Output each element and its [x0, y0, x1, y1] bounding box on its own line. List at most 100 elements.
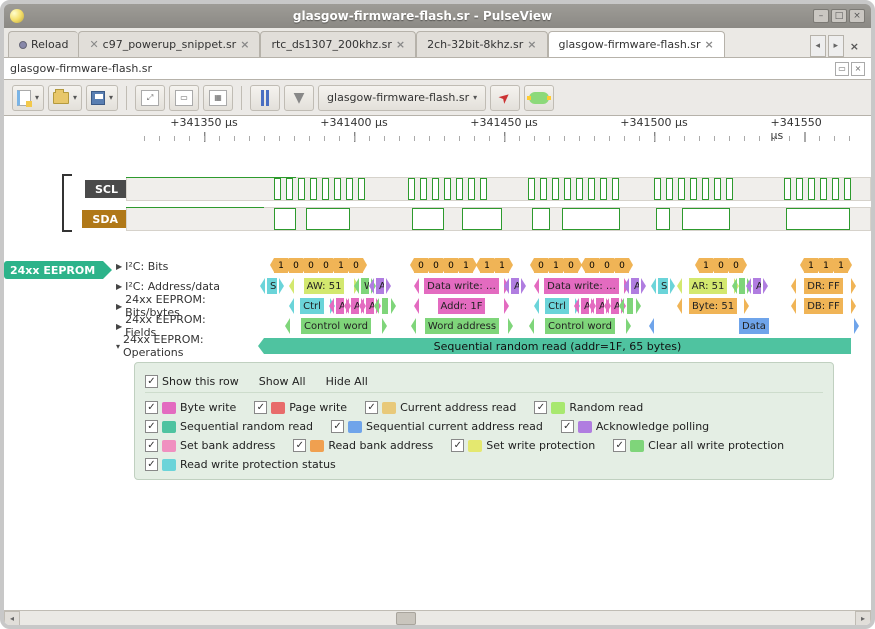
session-tabbar: Reload ✕ c97_powerup_snippet.sr × rtc_ds… [4, 28, 871, 58]
annotation[interactable]: A [509, 278, 521, 294]
color-swatch-icon [578, 421, 592, 433]
color-swatch-icon [162, 402, 176, 414]
annotation-toggle[interactable]: ✓Read bank address [293, 439, 433, 452]
dock-close-button[interactable]: × [851, 62, 865, 76]
scroll-left-button[interactable]: ◂ [4, 611, 20, 626]
waveform-scl[interactable] [126, 174, 871, 204]
bit-annotation[interactable]: 0 [615, 258, 629, 273]
probe-button[interactable]: ➤ [490, 85, 520, 111]
zoom-11-button[interactable]: ▭ [169, 85, 199, 111]
dock-restore-button[interactable]: ▭ [835, 62, 849, 76]
annotation[interactable]: Word address [416, 318, 508, 334]
bit-annotation[interactable]: 1 [834, 258, 848, 273]
annotation[interactable] [379, 298, 391, 314]
decoder-options-panel: ✓Show this row Show All Hide All ✓Byte w… [134, 362, 834, 480]
annotation[interactable]: Ctrl [539, 298, 575, 314]
scroll-track[interactable] [20, 611, 855, 626]
bit-annotation[interactable]: 1 [459, 258, 473, 273]
annotation[interactable]: Ctrl [294, 298, 330, 314]
annotation-toggle[interactable]: ✓Clear all write protection [613, 439, 784, 452]
scroll-thumb[interactable] [396, 612, 416, 625]
annotation[interactable] [624, 298, 636, 314]
annotation[interactable]: Addr: 1F [419, 298, 504, 314]
zoom-grid-button[interactable]: ▦ [203, 85, 233, 111]
minimize-button[interactable]: – [813, 9, 829, 23]
separator [126, 86, 127, 110]
signal-label-sda[interactable]: SDA [82, 210, 126, 228]
maximize-button[interactable]: □ [831, 9, 847, 23]
close-icon[interactable]: × [240, 38, 249, 51]
zoom-fit-button[interactable]: ⤢ [135, 85, 165, 111]
annotation[interactable]: AR: 51 [682, 278, 734, 294]
bit-annotation[interactable]: 1 [495, 258, 509, 273]
annotation[interactable]: Data write: … [539, 278, 624, 294]
session-selector[interactable]: glasgow-firmware-flash.sr [318, 85, 486, 111]
tab-rtc[interactable]: rtc_ds1307_200khz.sr × [260, 31, 416, 57]
annotation[interactable]: DR: FF [796, 278, 851, 294]
close-icon[interactable]: × [705, 38, 714, 51]
decoder-add-button[interactable] [524, 85, 554, 111]
new-session-button[interactable] [12, 85, 44, 111]
close-icon[interactable]: × [527, 38, 536, 51]
annotation-toggle[interactable]: ✓Acknowledge polling [561, 420, 709, 433]
trace-view[interactable]: +341350 µs+341400 µs+341450 µs+341500 µs… [4, 116, 871, 626]
annotation-toggle[interactable]: ✓Current address read [365, 401, 516, 414]
annotation-toggle[interactable]: ✓Sequential random read [145, 420, 313, 433]
close-button[interactable]: × [849, 9, 865, 23]
annotation-toggle[interactable]: ✓Read write protection status [145, 458, 336, 471]
addr-data-lane[interactable]: SAW: 51WAData write: …AData write: …ASrA… [236, 276, 871, 296]
annotation[interactable]: Sr [656, 278, 670, 294]
show-this-row-check[interactable]: ✓Show this row [145, 375, 239, 388]
ruler-tick: +341350 µs [170, 116, 237, 129]
annotation-toggle[interactable]: ✓Sequential current address read [331, 420, 543, 433]
tab-2ch[interactable]: 2ch-32bit-8khz.sr × [416, 31, 547, 57]
annotation[interactable]: Control word [534, 318, 626, 334]
annotation[interactable]: Byte: 51 [682, 298, 744, 314]
hide-all-link[interactable]: Hide All [326, 375, 368, 388]
annotation[interactable]: Data [654, 318, 854, 334]
tab-c97[interactable]: ✕ c97_powerup_snippet.sr × [78, 31, 260, 57]
annotation[interactable]: S [265, 278, 279, 294]
funnel-button[interactable]: ▼ [284, 85, 314, 111]
bit-annotation[interactable]: 0 [729, 258, 743, 273]
titlebar[interactable]: glasgow-firmware-flash.sr - PulseView – … [4, 4, 871, 28]
annotation[interactable]: AW: 51 [294, 278, 354, 294]
horizontal-scrollbar[interactable]: ◂ ▸ [4, 610, 871, 626]
bits-bytes-lane[interactable]: CtrlAAAAddr: 1FCtrlAAAByte: 51DB: FF [236, 296, 871, 316]
tabs-close-all-button[interactable]: × [846, 40, 863, 53]
time-ruler[interactable]: +341350 µs+341400 µs+341450 µs+341500 µs… [4, 116, 871, 148]
cursors-button[interactable] [250, 85, 280, 111]
close-icon[interactable]: × [396, 38, 405, 51]
tab-scroll-left-button[interactable]: ◂ [810, 35, 826, 57]
waveform-sda[interactable] [126, 204, 871, 234]
bits-lane[interactable]: 100010000111010000100111 [236, 256, 871, 276]
annotation[interactable]: DB: FF [796, 298, 851, 314]
scroll-right-button[interactable]: ▸ [855, 611, 871, 626]
checkbox-icon: ✓ [365, 401, 378, 414]
operations-lane[interactable]: Sequential random read (addr=1F, 65 byte… [236, 336, 871, 356]
signal-label-scl[interactable]: SCL [85, 180, 126, 198]
decoder-icon [529, 92, 549, 104]
bit-annotation[interactable]: 0 [349, 258, 363, 273]
checkbox-icon: ✓ [613, 439, 626, 452]
tab-scroll-right-button[interactable]: ▸ [828, 35, 844, 57]
annotation[interactable]: Control word [290, 318, 382, 334]
annotation-toggle[interactable]: ✓Random read [534, 401, 643, 414]
save-button[interactable] [86, 85, 118, 111]
tab-glasgow[interactable]: glasgow-firmware-flash.sr × [548, 31, 725, 57]
annotation[interactable]: A [629, 278, 641, 294]
annotation[interactable]: A [751, 278, 763, 294]
fields-lane[interactable]: Control word Word address Control word Data [236, 316, 871, 336]
annotation-toggle[interactable]: ✓Set write protection [451, 439, 595, 452]
annotation-toggle[interactable]: ✓Set bank address [145, 439, 275, 452]
bit-annotation[interactable]: 0 [564, 258, 578, 273]
show-all-link[interactable]: Show All [259, 375, 306, 388]
open-file-button[interactable] [48, 85, 82, 111]
reload-tab[interactable]: Reload [8, 31, 78, 57]
annotation[interactable]: Data write: … [419, 278, 504, 294]
annotation-toggle[interactable]: ✓Byte write [145, 401, 236, 414]
operation-annotation[interactable]: Sequential random read (addr=1F, 65 byte… [264, 338, 851, 354]
annotation-toggle[interactable]: ✓Page write [254, 401, 347, 414]
annotation[interactable]: A [374, 278, 386, 294]
color-swatch-icon [162, 459, 176, 471]
